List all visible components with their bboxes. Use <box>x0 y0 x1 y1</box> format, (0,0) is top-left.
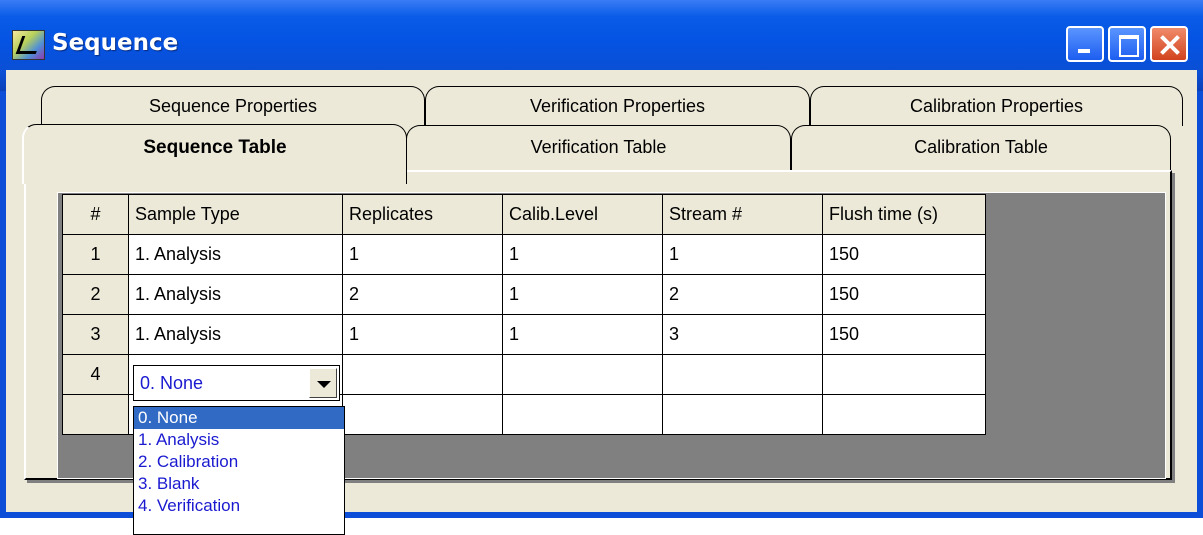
cell-sample-type[interactable]: 1. Analysis <box>128 234 343 275</box>
header-index[interactable]: # <box>62 194 129 235</box>
option-verification[interactable]: 4. Verification <box>134 495 344 517</box>
cell-sample-type[interactable]: 1. Analysis <box>128 274 343 315</box>
tab-sequence-properties[interactable]: Sequence Properties <box>41 86 425 126</box>
sample-type-dropdown[interactable]: 0. None <box>133 365 340 401</box>
cell-stream[interactable]: 1 <box>662 234 823 275</box>
maximize-button[interactable] <box>1108 26 1146 62</box>
cell-replicates[interactable]: 1 <box>342 234 503 275</box>
cell-replicates[interactable] <box>342 394 503 435</box>
tab-calibration-properties[interactable]: Calibration Properties <box>810 86 1183 126</box>
row-index[interactable]: 4 <box>62 354 129 395</box>
cell-calib-level[interactable]: 1 <box>502 314 663 355</box>
cell-stream[interactable]: 3 <box>662 314 823 355</box>
cell-calib-level[interactable]: 1 <box>502 234 663 275</box>
header-sample-type[interactable]: Sample Type <box>128 194 343 235</box>
chevron-down-icon[interactable] <box>309 368 337 398</box>
tab-verification-properties[interactable]: Verification Properties <box>425 86 810 126</box>
dropdown-selected-value: 0. None <box>140 373 204 393</box>
row-index[interactable]: 2 <box>62 274 129 315</box>
row-index[interactable]: 1 <box>62 234 129 275</box>
cell-flush-time[interactable]: 150 <box>822 314 986 355</box>
option-analysis[interactable]: 1. Analysis <box>134 429 344 451</box>
table-row[interactable]: 1 1. Analysis 1 1 1 150 <box>62 234 986 275</box>
cell-flush-time[interactable]: 150 <box>822 234 986 275</box>
cell-stream[interactable] <box>662 394 823 435</box>
tab-calibration-table[interactable]: Calibration Table <box>791 125 1171 171</box>
cell-stream[interactable] <box>662 354 823 395</box>
cell-flush-time[interactable] <box>822 394 986 435</box>
header-replicates[interactable]: Replicates <box>342 194 503 235</box>
table-row[interactable]: 2 1. Analysis 2 1 2 150 <box>62 274 986 315</box>
table-header-row: # Sample Type Replicates Calib.Level Str… <box>62 194 986 235</box>
option-blank[interactable]: 3. Blank <box>134 473 344 495</box>
cell-flush-time[interactable] <box>822 354 986 395</box>
row-index[interactable]: 3 <box>62 314 129 355</box>
row-index[interactable] <box>62 394 129 435</box>
window-title: Sequence <box>52 30 179 56</box>
table-row[interactable]: 3 1. Analysis 1 1 3 150 <box>62 314 986 355</box>
header-flush-time[interactable]: Flush time (s) <box>822 194 986 235</box>
cell-stream[interactable]: 2 <box>662 274 823 315</box>
cell-sample-type[interactable]: 1. Analysis <box>128 314 343 355</box>
cell-replicates[interactable]: 1 <box>342 314 503 355</box>
header-stream[interactable]: Stream # <box>662 194 823 235</box>
app-icon <box>12 30 45 60</box>
cell-calib-level[interactable] <box>502 354 663 395</box>
cell-replicates[interactable]: 2 <box>342 274 503 315</box>
cell-calib-level[interactable] <box>502 394 663 435</box>
option-none[interactable]: 0. None <box>134 407 344 429</box>
option-calibration[interactable]: 2. Calibration <box>134 451 344 473</box>
header-calib-level[interactable]: Calib.Level <box>502 194 663 235</box>
sample-type-options-list[interactable]: 0. None 1. Analysis 2. Calibration 3. Bl… <box>133 406 345 535</box>
cell-replicates[interactable] <box>342 354 503 395</box>
cell-calib-level[interactable]: 1 <box>502 274 663 315</box>
tab-verification-table[interactable]: Verification Table <box>406 125 791 171</box>
minimize-button[interactable] <box>1066 26 1104 62</box>
close-button[interactable] <box>1150 26 1188 62</box>
cell-flush-time[interactable]: 150 <box>822 274 986 315</box>
tab-sequence-table[interactable]: Sequence Table <box>22 124 407 184</box>
